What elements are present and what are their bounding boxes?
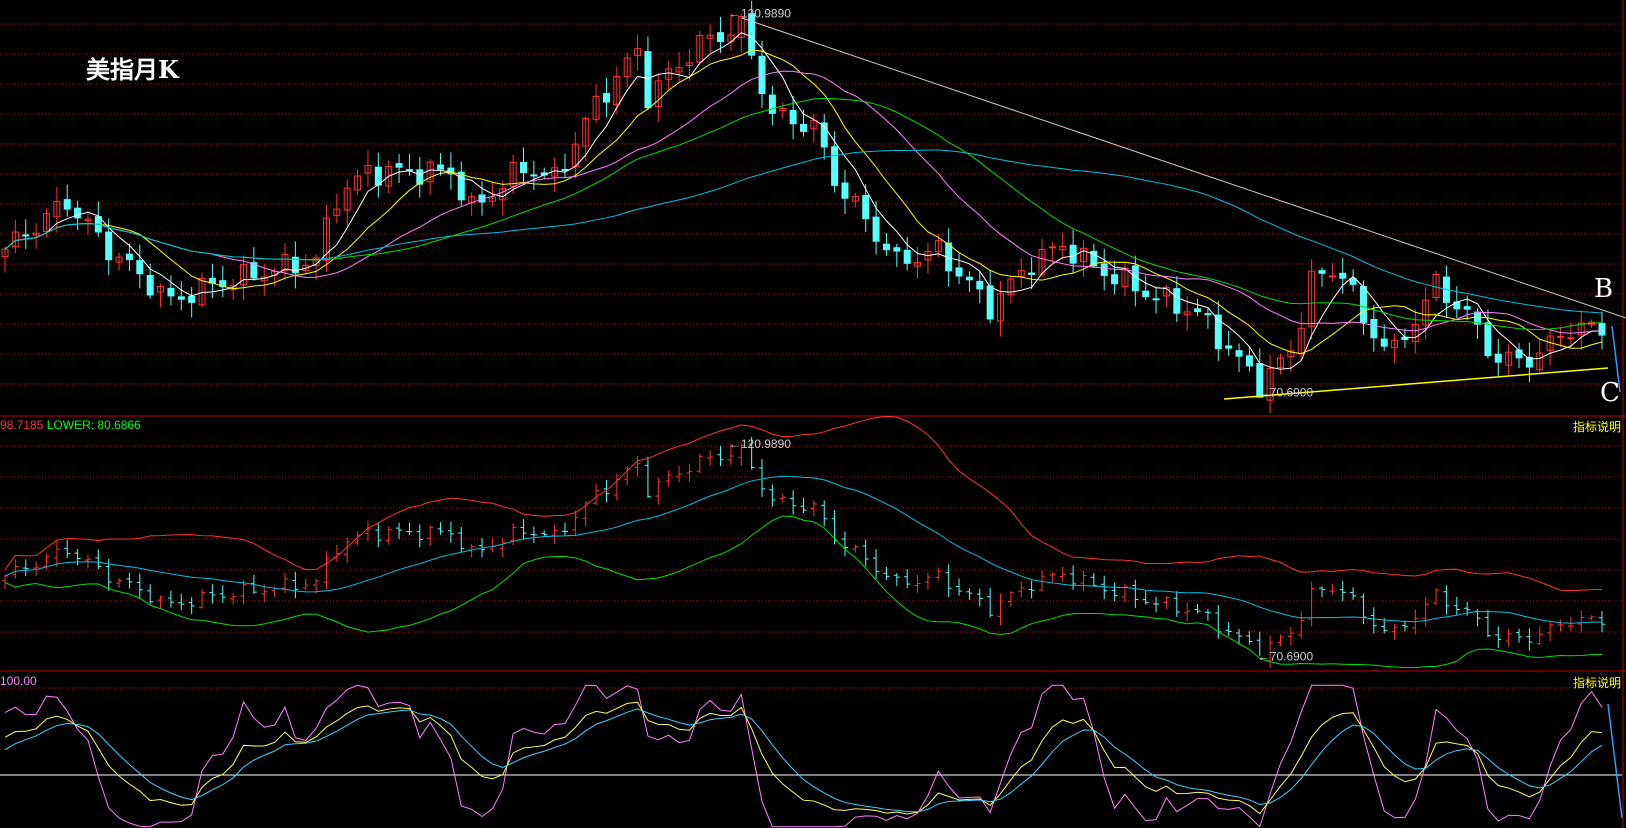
chart-canvas: ←120.9890 ←70.6900 ←120.9890 ←70.6900 [0, 0, 1626, 828]
candle-down [520, 162, 527, 174]
low-annotation: ←70.6900 [1258, 385, 1314, 399]
chart-title: 美指月K [86, 55, 179, 84]
candle-down [955, 267, 963, 277]
candle-down [976, 280, 984, 290]
candle-down [602, 93, 610, 103]
candle-down [986, 285, 994, 320]
candle-down [903, 249, 911, 264]
candle-down [1225, 345, 1233, 349]
boll-low-annotation: ←70.6900 [1258, 649, 1314, 663]
candle-down [437, 164, 445, 170]
candle-up [1557, 335, 1564, 338]
candle-down [1204, 313, 1212, 316]
candle-down [1359, 286, 1367, 323]
candle-down [965, 276, 973, 281]
wave-label-c: C [1600, 378, 1620, 408]
candle-down [799, 123, 807, 132]
candle-down [872, 216, 880, 242]
candle-down [1173, 288, 1181, 314]
candle-down [105, 231, 113, 261]
candle-down [1194, 308, 1202, 313]
boll-lower-value: LOWER: 80.6866 [46, 418, 141, 432]
candle-down [177, 296, 185, 300]
candle-down [22, 234, 30, 237]
candle-down [1069, 244, 1077, 264]
candle-down [1370, 318, 1378, 339]
candle-down [1598, 323, 1606, 336]
candle-down [1235, 350, 1243, 357]
kdj-j-line [4, 684, 1603, 828]
candle-down [1318, 270, 1326, 274]
candle-down [146, 274, 154, 296]
indicator-help-button-kdj[interactable]: 指标说明 [1571, 674, 1622, 691]
candle-down [1142, 290, 1150, 298]
candle-down [768, 94, 776, 114]
candle-down [1484, 322, 1492, 357]
candle-down [893, 247, 901, 252]
candle-down [831, 146, 839, 186]
wave-label-b: B [1594, 274, 1614, 304]
candle-down [395, 163, 403, 168]
candle-down [644, 51, 652, 109]
boll-header: 98.7185 LOWER: 80.6866 [0, 418, 141, 432]
candle-down [1463, 306, 1471, 310]
candle-down [136, 260, 144, 275]
kdj-top-value: 100.00 [0, 674, 37, 688]
candle-up [1328, 275, 1336, 278]
candle-up [1567, 337, 1575, 340]
indicator-help-button-boll[interactable]: 指标说明 [1571, 418, 1622, 435]
kdj-k-line [4, 701, 1603, 815]
candle-down [125, 253, 133, 261]
candle-up [1048, 246, 1056, 249]
candle-down [789, 109, 797, 125]
high-annotation: ←120.9890 [729, 7, 791, 21]
candle-down [882, 243, 890, 251]
boll-upper-value: 98.7185 [0, 418, 44, 432]
candle-down [1028, 272, 1036, 275]
candle-down [1515, 349, 1523, 359]
candle-down [1100, 263, 1108, 276]
candle-down [1339, 272, 1347, 279]
candle-down [188, 295, 196, 303]
candle-down [1349, 278, 1357, 285]
candle-down [862, 195, 870, 220]
candle-down [561, 168, 569, 171]
candle-down [1111, 274, 1119, 285]
kdj-projection-line [1607, 703, 1623, 819]
candle-down [717, 32, 725, 43]
boll-high-annotation: ←120.9890 [729, 437, 791, 451]
candle-down [1380, 338, 1388, 347]
candle-down [1152, 298, 1160, 301]
candle-down [841, 182, 849, 199]
candle-down [63, 199, 71, 210]
candle-down [1494, 353, 1502, 363]
candle-down [530, 174, 538, 177]
candle-down [74, 207, 82, 219]
kdj-d-line [4, 708, 1603, 813]
candle-down [167, 287, 175, 297]
candle-down [1245, 355, 1253, 367]
